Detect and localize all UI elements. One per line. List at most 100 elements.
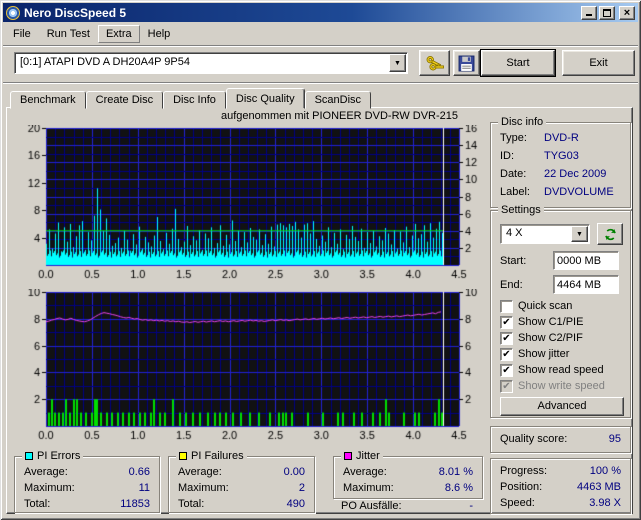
options-button[interactable]	[419, 50, 450, 76]
title-bar[interactable]: Nero DiscSpeed 5 ×	[3, 3, 638, 22]
pi-failures-stats-title: PI Failures	[176, 450, 247, 462]
menu-run-test[interactable]: Run Test	[39, 25, 98, 43]
checkbox-show-read-speed[interactable]: Show read speed	[500, 363, 604, 377]
checkbox-label: Show read speed	[518, 364, 604, 376]
close-button[interactable]: ×	[619, 5, 635, 20]
stat-value: 0.66	[128, 466, 150, 478]
checkbox-label: Show jitter	[518, 348, 570, 360]
pi-errors-stats-title: PI Errors	[22, 450, 84, 462]
checkbox-label: Show C2/PIF	[518, 332, 583, 344]
tab-strip: Benchmark Create Disc Disc Info Disc Qua…	[10, 88, 372, 109]
disc-quality-panel: aufgenommen mit PIONEER DVD-RW DVR-215 D…	[6, 107, 633, 514]
speed-select-dropdown-button[interactable]: ▼	[571, 226, 588, 242]
window-title: Nero DiscSpeed 5	[24, 5, 127, 20]
speed-select[interactable]: 4 X ▼	[500, 224, 590, 244]
stat-label: Total:	[24, 498, 51, 510]
menu-extra[interactable]: Extra	[97, 24, 140, 43]
chevron-down-icon: ▼	[576, 231, 583, 238]
position-value: 4463 MB	[576, 481, 621, 493]
maximize-icon	[603, 8, 611, 17]
advanced-button-label: Advanced	[537, 400, 587, 412]
disc-info-group: Disc info Type: DVD-R ID: TYG03 Date: 22 De…	[490, 116, 631, 208]
exit-button-label: Exit	[589, 57, 608, 69]
disc-id-value: TYG03	[544, 150, 579, 162]
checkbox-show-c1-pie[interactable]: Show C1/PIE	[500, 315, 583, 329]
start-button-label: Start	[506, 57, 530, 69]
start-position-field[interactable]	[553, 251, 619, 270]
start-position-label: Start:	[500, 255, 527, 267]
quality-score-label: Quality score:	[500, 433, 568, 445]
stat-value: 8.6 %	[444, 482, 473, 494]
po-failures-label: PO Ausfälle:	[341, 500, 402, 512]
minimize-button[interactable]	[581, 5, 597, 20]
refresh-icon	[604, 228, 616, 240]
end-position-label: End:	[500, 279, 523, 291]
disc-info-title: Disc info	[498, 116, 547, 128]
stat-label: Average:	[178, 466, 222, 478]
jitter-stats-title: Jitter	[341, 450, 383, 462]
po-failures-row: PO Ausfälle: -	[341, 500, 473, 514]
start-button[interactable]: Start	[481, 50, 555, 76]
tab-disc-info[interactable]: Disc Info	[163, 91, 226, 109]
drive-selector-dropdown-button[interactable]: ▼	[389, 54, 406, 72]
stat-value: 11	[138, 482, 150, 494]
progress-value: 100 %	[589, 465, 621, 477]
position-label: Position:	[500, 481, 543, 493]
jitter-stats-box: Jitter Average: 8.01 % Maximum: 8.6 %	[333, 450, 483, 499]
tab-scandisc[interactable]: ScanDisc	[304, 91, 372, 109]
settings-group: Settings 4 X ▼ Start: End: Quick scan	[490, 204, 631, 418]
checkbox-label: Show write speed	[518, 380, 605, 392]
po-failures-value: -	[469, 500, 473, 512]
disc-id-label: ID:	[500, 150, 515, 162]
checkbox-show-write-speed: Show write speed	[500, 379, 605, 393]
exit-button[interactable]: Exit	[562, 50, 635, 76]
menu-bar: File Run Test Extra Help	[3, 23, 638, 44]
jitter-legend-icon	[344, 452, 352, 460]
checkbox-label: Quick scan	[518, 300, 573, 312]
end-position-field[interactable]	[553, 275, 619, 294]
start-button-rim: Start	[480, 49, 556, 77]
save-button[interactable]	[453, 50, 480, 76]
pi-failures-stats-box: PI Failures Average: 0.00 Maximum: 2 Total…	[168, 450, 315, 513]
settings-title: Settings	[498, 204, 544, 216]
drive-selector-value: [0:1] ATAPI DVD A DH20A4P 9P54	[20, 56, 190, 68]
menu-help[interactable]: Help	[140, 25, 179, 43]
checkbox-box[interactable]	[500, 331, 513, 345]
chart-header: aufgenommen mit PIONEER DVD-RW DVR-215	[221, 110, 458, 122]
progress-label: Progress:	[500, 465, 548, 477]
disc-date-value: 22 Dec 2009	[544, 168, 607, 180]
tab-benchmark[interactable]: Benchmark	[10, 91, 86, 109]
checkbox-box[interactable]	[500, 347, 513, 361]
checkbox-show-jitter[interactable]: Show jitter	[500, 347, 569, 361]
menu-file[interactable]: File	[5, 25, 39, 43]
toolbar-separator	[3, 82, 638, 84]
tab-create-disc[interactable]: Create Disc	[85, 91, 164, 109]
pi-errors-chart	[9, 125, 481, 283]
progress-box: Progress: 100 % Position: 4463 MB Speed: 3.…	[490, 458, 631, 514]
quality-score-value: 95	[608, 433, 621, 445]
stat-label: Total:	[178, 498, 205, 510]
checkbox-box	[500, 379, 513, 393]
checkbox-quick-scan[interactable]: Quick scan	[500, 299, 572, 313]
checkbox-show-c2-pif[interactable]: Show C2/PIF	[500, 331, 583, 345]
stat-label: Average:	[343, 466, 387, 478]
speed-select-value: 4 X	[506, 227, 523, 239]
checkbox-label: Show C1/PIE	[518, 316, 584, 328]
advanced-button[interactable]: Advanced	[500, 397, 624, 416]
disc-type-value: DVD-R	[544, 132, 579, 144]
stat-label: Average:	[24, 466, 68, 478]
speed-label: Speed:	[500, 497, 535, 509]
drive-selector[interactable]: [0:1] ATAPI DVD A DH20A4P 9P54 ▼	[14, 52, 408, 74]
save-icon	[458, 55, 475, 71]
chevron-down-icon: ▼	[394, 60, 401, 67]
maximize-button[interactable]	[599, 5, 615, 20]
checkbox-box[interactable]	[500, 315, 513, 329]
checkbox-box[interactable]	[500, 299, 513, 313]
stat-label: Maximum:	[178, 482, 229, 494]
app-icon	[6, 5, 20, 20]
menu-separator	[3, 45, 638, 47]
refresh-button[interactable]	[597, 223, 623, 245]
tab-disc-quality[interactable]: Disc Quality	[225, 88, 305, 109]
checkbox-box[interactable]	[500, 363, 513, 377]
pi-errors-stats-box: PI Errors Average: 0.66 Maximum: 11 Total:…	[14, 450, 160, 513]
